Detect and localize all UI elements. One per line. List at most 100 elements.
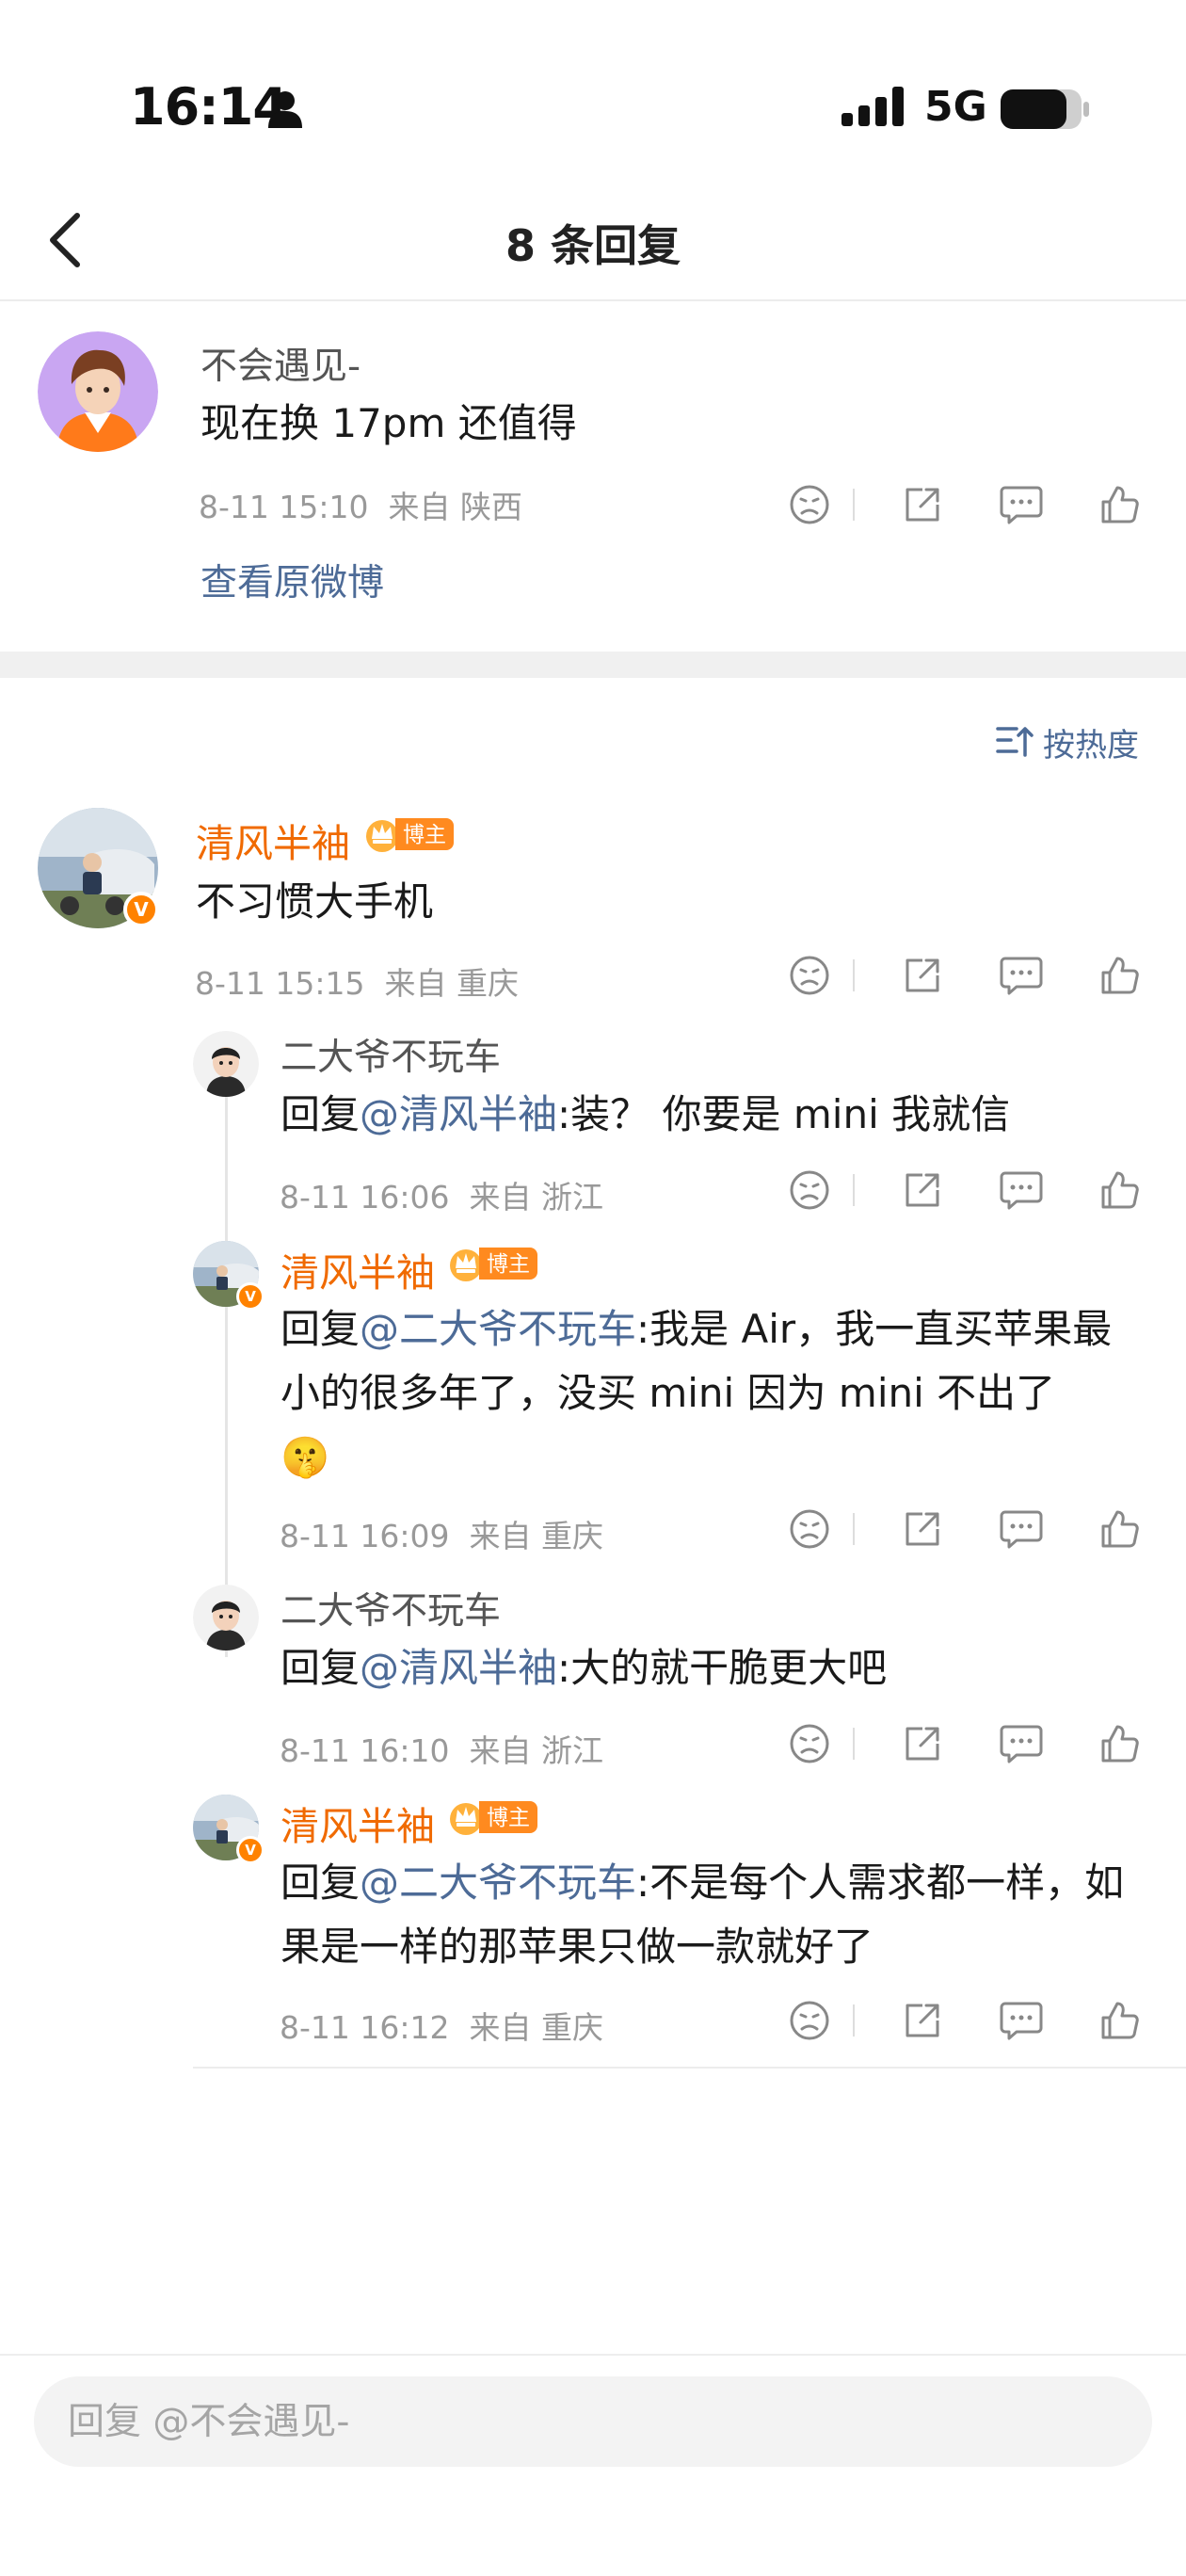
reply-meta: 8-11 16:09 来自 重庆 xyxy=(280,1511,603,1556)
reply-input[interactable] xyxy=(34,2376,1152,2467)
reply-meta: 8-11 16:10 来自 浙江 xyxy=(280,1726,603,1771)
comment-icon xyxy=(1000,2002,1043,2040)
dislike-button[interactable] xyxy=(781,947,838,1004)
mention-link[interactable]: @二大爷不玩车 xyxy=(360,1306,636,1352)
dislike-button[interactable] xyxy=(781,1992,838,2049)
status-time: 16:14 xyxy=(130,77,288,137)
divider xyxy=(853,1513,855,1545)
comment-icon xyxy=(1000,1171,1043,1210)
mention-link[interactable]: @清风半袖 xyxy=(360,1645,557,1691)
share-button[interactable] xyxy=(894,1992,951,2049)
navigation-bar: 8 条回复 xyxy=(0,184,1186,301)
reply-body: :装？ 你要是 mini 我就信 xyxy=(557,1091,1011,1137)
action-row xyxy=(781,1501,1158,1557)
action-row xyxy=(781,1162,1158,1218)
share-icon xyxy=(906,1512,939,1546)
share-icon xyxy=(906,1727,939,1761)
avatar[interactable] xyxy=(38,331,158,452)
divider xyxy=(853,1174,855,1206)
comment-author[interactable]: 不会遇见- xyxy=(200,337,361,390)
like-button[interactable] xyxy=(1092,476,1148,533)
root-comment: 不会遇见- 现在换 17pm 还值得 8-11 15:10 来自 陕西 查看原微… xyxy=(0,301,1186,652)
badge-label: 博主 xyxy=(479,1801,537,1833)
view-original-link[interactable]: 查看原微博 xyxy=(200,554,384,606)
divider xyxy=(853,959,855,991)
comment-button[interactable] xyxy=(993,476,1050,533)
verified-badge-icon: V xyxy=(236,1836,264,1864)
share-button[interactable] xyxy=(894,1162,951,1218)
sort-by-hot-button[interactable]: 按热度 xyxy=(996,716,1139,768)
action-row xyxy=(781,947,1158,1004)
dislike-button[interactable] xyxy=(781,1715,838,1772)
dislike-face-icon xyxy=(790,956,829,995)
comment-button[interactable] xyxy=(993,1162,1050,1218)
section-divider xyxy=(0,652,1186,678)
dislike-button[interactable] xyxy=(781,1162,838,1218)
share-button[interactable] xyxy=(894,1715,951,1772)
thumbs-up-icon xyxy=(1101,957,1139,994)
comment-author[interactable]: 清风半袖 xyxy=(196,812,350,868)
reply-author[interactable]: 清风半袖 xyxy=(280,1795,435,1851)
share-icon xyxy=(906,2004,939,2037)
comment-button[interactable] xyxy=(993,947,1050,1004)
comment-button[interactable] xyxy=(993,1501,1050,1557)
blogger-badge: 博主 xyxy=(447,1798,537,1836)
reply-body: :大的就干脆更大吧 xyxy=(557,1645,888,1691)
action-row xyxy=(781,476,1158,533)
network-type: 5G xyxy=(924,83,987,131)
dislike-face-icon xyxy=(790,2001,829,2040)
like-button[interactable] xyxy=(1092,1162,1148,1218)
dislike-face-icon xyxy=(790,1724,829,1763)
dislike-face-icon xyxy=(790,1509,829,1549)
share-button[interactable] xyxy=(894,947,951,1004)
share-button[interactable] xyxy=(894,1501,951,1557)
avatar[interactable] xyxy=(193,1031,259,1097)
reply-prefix: 回复 xyxy=(280,1306,361,1352)
dislike-button[interactable] xyxy=(781,476,838,533)
reply-location: 来自 重庆 xyxy=(469,2009,603,2046)
divider xyxy=(193,2067,1186,2069)
action-row xyxy=(781,1992,1158,2049)
dislike-button[interactable] xyxy=(781,1501,838,1557)
battery-icon xyxy=(1000,89,1090,134)
comment-icon xyxy=(1000,486,1043,524)
dislike-face-icon xyxy=(790,485,829,524)
comment-meta: 8-11 15:15 来自 重庆 xyxy=(195,958,519,1004)
like-button[interactable] xyxy=(1092,1992,1148,2049)
verified-badge-icon: V xyxy=(236,1282,264,1311)
thumbs-up-icon xyxy=(1101,1725,1139,1763)
person-icon xyxy=(268,90,302,132)
like-button[interactable] xyxy=(1092,1501,1148,1557)
thumbs-up-icon xyxy=(1101,2002,1139,2039)
verified-badge-icon: V xyxy=(123,892,159,927)
comment-button[interactable] xyxy=(993,1715,1050,1772)
thumbs-up-icon xyxy=(1101,1171,1139,1209)
share-button[interactable] xyxy=(894,476,951,533)
comment-icon xyxy=(1000,1510,1043,1549)
comment-text: 现在换 17pm 还值得 xyxy=(200,400,577,446)
like-button[interactable] xyxy=(1092,947,1148,1004)
share-icon xyxy=(906,1173,939,1207)
mention-link[interactable]: @清风半袖 xyxy=(360,1091,557,1137)
divider xyxy=(853,489,855,521)
status-bar: 16:14 5G xyxy=(0,0,1186,165)
reply-text: 回复@清风半袖:装？ 你要是 mini 我就信 xyxy=(280,1083,1146,1147)
sort-icon xyxy=(996,727,1034,757)
like-button[interactable] xyxy=(1092,1715,1148,1772)
reply-prefix: 回复 xyxy=(280,1645,361,1691)
comment-time: 8-11 15:10 xyxy=(199,489,369,525)
comment-button[interactable] xyxy=(993,1992,1050,2049)
reply-author[interactable]: 二大爷不玩车 xyxy=(280,1582,501,1634)
action-row xyxy=(781,1715,1158,1772)
reply-author[interactable]: 二大爷不玩车 xyxy=(280,1028,501,1081)
mention-link[interactable]: @二大爷不玩车 xyxy=(360,1860,636,1906)
comment-icon xyxy=(1000,957,1043,995)
reply-location: 来自 浙江 xyxy=(469,1179,603,1216)
comment-meta: 8-11 15:10 来自 陕西 xyxy=(199,482,522,527)
avatar[interactable] xyxy=(193,1585,259,1650)
sort-label: 按热度 xyxy=(1043,726,1139,765)
thread-line xyxy=(225,1083,228,1657)
reply-author[interactable]: 清风半袖 xyxy=(280,1241,435,1297)
badge-label: 博主 xyxy=(479,1248,537,1280)
comment-time: 8-11 15:15 xyxy=(195,965,365,1002)
